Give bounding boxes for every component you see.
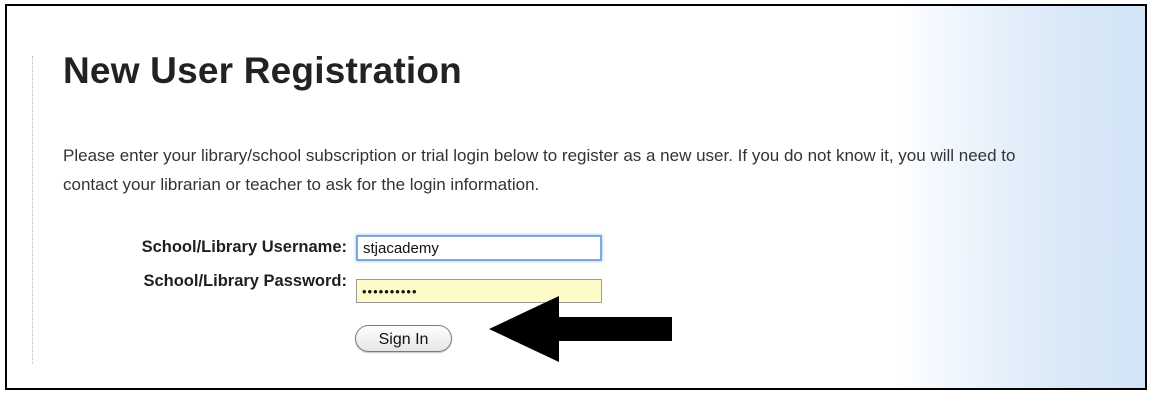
sign-in-button[interactable]: Sign In — [355, 325, 452, 352]
username-label: School/Library Username: — [141, 238, 347, 256]
left-dotted-rule — [32, 56, 33, 364]
left-arrow-icon — [489, 296, 672, 362]
arrow-shape — [489, 296, 672, 362]
intro-text: Please enter your library/school subscri… — [63, 146, 1016, 194]
password-label: School/Library Password: — [143, 272, 347, 290]
screenshot-frame: New User Registration Please enter your … — [5, 4, 1147, 390]
page-title: New User Registration — [63, 50, 462, 91]
username-input[interactable] — [356, 235, 602, 261]
